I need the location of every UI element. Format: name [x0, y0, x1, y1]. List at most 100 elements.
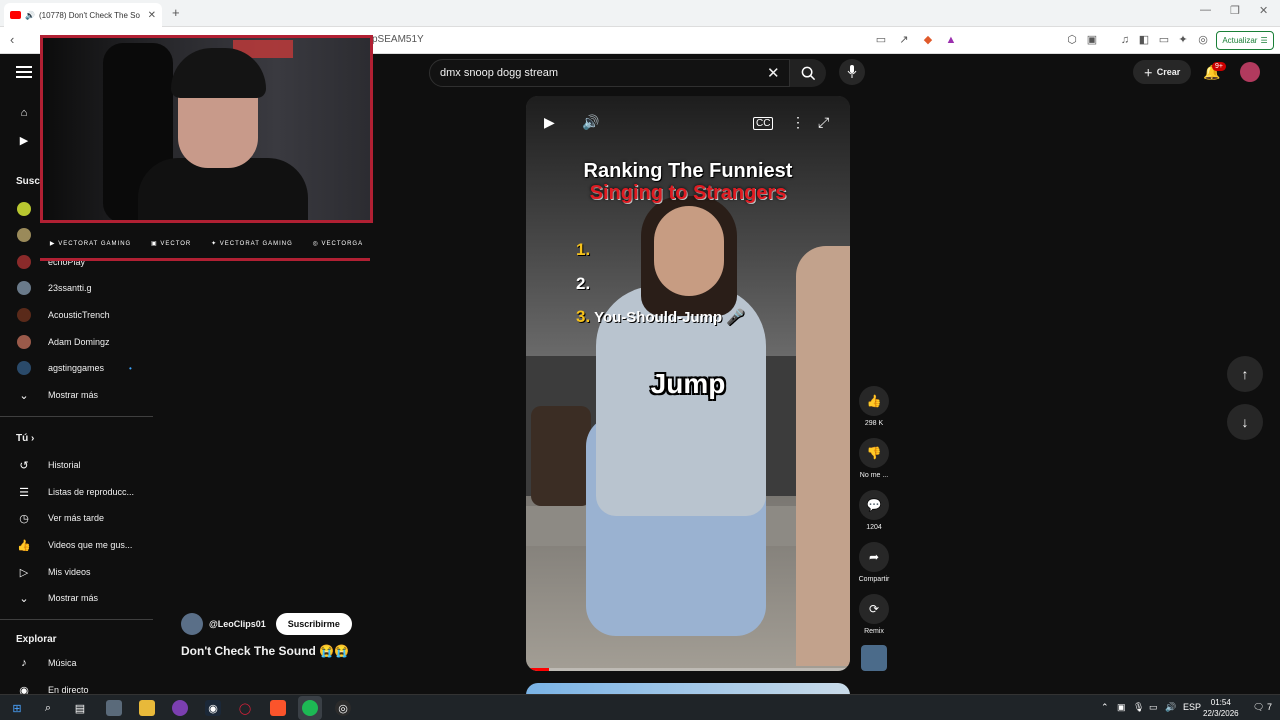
like-button[interactable]: 👍 298 K — [857, 386, 891, 427]
sound-avatar[interactable] — [861, 645, 887, 671]
app-icon[interactable] — [106, 700, 122, 716]
subscribe-button[interactable]: Suscribirme — [275, 613, 352, 635]
close-window-icon[interactable]: ✕ — [1259, 4, 1268, 17]
discord-icon[interactable] — [172, 700, 188, 716]
show-more-you[interactable]: ⌄ Mostrar más — [0, 585, 153, 611]
subscriptions-heading[interactable]: Susc — [16, 176, 40, 187]
sidebar-item-my-videos[interactable]: ▷ Mis videos — [0, 559, 153, 585]
windows-start-icon[interactable]: ⊞ — [9, 700, 25, 716]
fullscreen-icon[interactable]: ⤢ — [818, 114, 829, 131]
webcam-overlay — [40, 35, 373, 223]
maximize-icon[interactable]: ❐ — [1230, 4, 1240, 17]
opera-gx-icon[interactable]: ◯ — [237, 700, 253, 716]
tray-chevron-icon[interactable]: ⌃ — [1101, 702, 1109, 713]
url-text[interactable]: pSEAM51Y — [372, 34, 424, 45]
browser-tab[interactable]: 🔊 (10778) Don't Check The So ✕ — [4, 3, 162, 27]
tab-title: (10778) Don't Check The So — [38, 10, 140, 20]
sidebar-item-watch-later[interactable]: ◷ Ver más tarde — [0, 505, 153, 531]
show-more-subscriptions[interactable]: ⌄ Mostrar más — [0, 382, 153, 408]
more-options-icon[interactable]: ⋮ — [791, 114, 805, 131]
thumbs-down-icon: 👎 — [859, 438, 889, 468]
volume-icon[interactable]: 🔊 — [582, 114, 599, 131]
clear-search-icon[interactable]: ✕ — [767, 64, 780, 82]
captions-icon[interactable]: CC — [753, 117, 774, 130]
sidebar-item-history[interactable]: ↺ Historial — [0, 452, 153, 478]
rewards-icon[interactable]: ▲ — [944, 33, 958, 47]
short-video-player[interactable]: ▶ 🔊 CC ⋮ ⤢ Ranking The Funniest Singing … — [526, 96, 850, 671]
wallet-icon[interactable]: ▭ — [1157, 33, 1171, 47]
play-icon[interactable]: ▶ — [544, 114, 555, 131]
sidebar-item-music[interactable]: ♪ Música — [0, 650, 153, 676]
notifications-icon[interactable]: 🗨 7 — [1253, 702, 1272, 713]
previous-short-button[interactable]: ↑ — [1227, 356, 1263, 392]
comment-count: 1204 — [866, 524, 882, 531]
channel-avatar[interactable] — [181, 613, 203, 635]
channel-avatar — [17, 335, 31, 349]
share-button[interactable]: ➦ Compartir — [857, 542, 891, 583]
video-caption: Jump — [650, 368, 726, 399]
file-explorer-icon[interactable] — [139, 700, 155, 716]
taskbar: ⊞ ⌕ ▤ ◉ ◯ ◎ ⌃ ▣ 🎙 ▭ 🔊 ESP 01:54 22/3/202… — [0, 694, 1280, 720]
close-tab-icon[interactable]: ✕ — [148, 10, 156, 21]
obs-icon[interactable]: ◎ — [335, 700, 351, 716]
brave-shield-icon[interactable]: ◆ — [921, 33, 935, 47]
rank-3-number: 3. — [576, 307, 591, 326]
system-clock[interactable]: 01:54 22/3/2026 — [1203, 697, 1239, 719]
video-progress-bar[interactable] — [526, 668, 850, 671]
dislike-button[interactable]: 👎 No me ... — [857, 438, 891, 479]
cast-icon[interactable]: ▭ — [874, 33, 888, 47]
channel-handle[interactable]: @LeoClips01 — [209, 619, 266, 629]
sidebar-channel-4[interactable]: agstinggames • — [0, 355, 153, 381]
sidebar-item-label: Ver más tarde — [48, 513, 105, 523]
next-short-button[interactable]: ↓ — [1227, 404, 1263, 440]
social-label: VECTOR — [160, 240, 192, 247]
remix-button[interactable]: ⟳ Remix — [857, 594, 891, 635]
screenshot-icon[interactable]: ▣ — [1085, 33, 1099, 47]
create-button[interactable]: ＋ Crear — [1133, 60, 1191, 84]
volume-tray-icon[interactable]: 🔊 — [1165, 702, 1176, 713]
microphone-icon — [847, 65, 857, 78]
spotify-icon[interactable] — [302, 700, 318, 716]
account-avatar[interactable] — [1240, 62, 1260, 82]
task-view-icon[interactable]: ▤ — [72, 700, 88, 716]
language-indicator[interactable]: ESP — [1183, 702, 1201, 712]
you-heading[interactable]: Tú › — [16, 433, 34, 444]
music-icon[interactable]: ♫ — [1118, 33, 1132, 47]
video-icon: ▷ — [19, 566, 29, 579]
sidebar-channel-1[interactable]: 23ssantti.g — [0, 275, 153, 301]
social-label: VECTORGA — [321, 240, 364, 247]
extension-icon[interactable]: ⬡ — [1065, 33, 1079, 47]
sidebar-channel-3[interactable]: Adam Domingz — [0, 329, 153, 355]
search-icon[interactable]: ⌕ — [40, 700, 56, 716]
create-label: Crear — [1156, 67, 1181, 77]
ai-icon[interactable]: ✦ — [1176, 33, 1190, 47]
share-icon[interactable]: ↗ — [897, 33, 911, 47]
youtube-social-icon: ▶ VECTORAT GAMING — [49, 240, 132, 247]
tray-app-icon[interactable]: ▣ — [1117, 702, 1126, 713]
channel-avatar — [17, 202, 31, 216]
you-label: Tú — [16, 433, 29, 444]
back-icon[interactable]: ‹ — [10, 32, 14, 47]
search-button[interactable] — [790, 59, 826, 87]
update-button[interactable]: Actualizar ☰ — [1216, 31, 1274, 50]
remix-icon: ⟳ — [859, 594, 889, 624]
network-icon[interactable]: ▭ — [1149, 702, 1158, 713]
brave-icon[interactable] — [270, 700, 286, 716]
comments-button[interactable]: 💬 1204 — [857, 490, 891, 531]
sidebar-channel-2[interactable]: AcousticTrench — [0, 302, 153, 328]
search-input[interactable]: dmx snoop dogg stream — [429, 59, 790, 87]
vpn-icon[interactable]: ◎ — [1196, 33, 1210, 47]
sidebar-icon[interactable]: ◧ — [1137, 33, 1151, 47]
sidebar-item-playlists[interactable]: ☰ Listas de reproducc... — [0, 479, 153, 505]
new-tab-button[interactable]: + — [172, 5, 180, 20]
sidebar-item-label: Videos que me gus... — [48, 540, 133, 550]
steam-icon[interactable]: ◉ — [205, 700, 221, 716]
channel-name: 23ssantti.g — [48, 283, 92, 293]
menu-icon[interactable] — [16, 66, 32, 78]
clock-time: 01:54 — [1210, 698, 1231, 707]
remix-label: Remix — [864, 628, 884, 635]
microphone-tray-icon[interactable]: 🎙 — [1133, 702, 1144, 713]
voice-search-button[interactable] — [839, 59, 865, 85]
minimize-icon[interactable]: — — [1200, 4, 1211, 16]
sidebar-item-liked[interactable]: 👍 Videos que me gus... — [0, 532, 153, 558]
